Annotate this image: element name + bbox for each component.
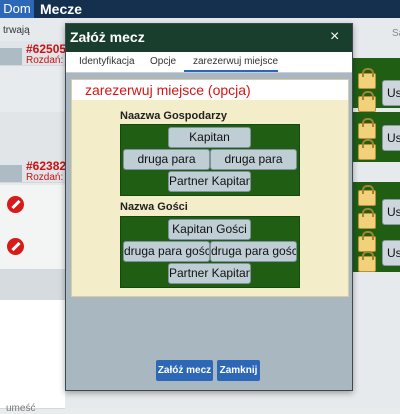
host-team-label: Naazwa Gospodarzy: [120, 110, 227, 122]
host-captain-slot[interactable]: Kapitan: [168, 127, 251, 148]
match-id[interactable]: #62505: [26, 42, 66, 56]
reserve-seat-panel: zarezerwuj miejsce (opcja) Naazwa Gospod…: [71, 79, 349, 297]
guest-captain-slot[interactable]: Kapitan Gości: [168, 219, 251, 240]
no-entry-icon[interactable]: [7, 196, 24, 213]
match-row: [0, 270, 65, 301]
guest-second-pair-slot[interactable]: druga para gości: [210, 241, 297, 262]
host-second-pair-slot[interactable]: druga para: [210, 149, 297, 170]
dialog-title: Załóż mecz: [70, 29, 145, 45]
dialog-header: Załóż mecz ×: [66, 24, 352, 52]
user-button[interactable]: Us: [382, 125, 400, 151]
footer-text: umeść: [6, 403, 36, 414]
lock-icon[interactable]: [358, 231, 376, 252]
row-marker: [0, 48, 22, 65]
nav-home-link[interactable]: Dom: [0, 0, 34, 18]
match-row: [0, 112, 65, 159]
create-match-dialog: Załóż mecz × Identyfikacja Opcje zarezer…: [65, 23, 353, 391]
search-input-fragment[interactable]: Sa: [392, 28, 400, 39]
empty-area: [0, 300, 65, 409]
no-entry-icon[interactable]: [7, 238, 24, 255]
close-button[interactable]: Zamknij: [217, 360, 260, 381]
user-button[interactable]: Us: [382, 240, 400, 266]
tab-reserve-seat[interactable]: zarezerwuj miejsce: [193, 56, 278, 67]
top-navbar: Dom Mecze: [0, 0, 400, 18]
create-match-button[interactable]: Załóż mecz: [156, 360, 213, 381]
guest-seats: Kapitan Gości druga para gości druga par…: [120, 216, 300, 288]
lock-icon[interactable]: [358, 139, 376, 160]
lock-icon[interactable]: [358, 118, 376, 139]
nav-matches-link[interactable]: Mecze: [40, 0, 82, 18]
lock-icon[interactable]: [358, 91, 376, 112]
user-button[interactable]: Us: [382, 199, 400, 225]
lock-icon[interactable]: [358, 68, 376, 89]
host-seats: Kapitan druga para druga para Partner Ka…: [120, 124, 300, 196]
tab-identification[interactable]: Identyfikacja: [79, 56, 135, 67]
match-row: [0, 66, 65, 113]
section-title: zarezerwuj miejsce (opcja): [85, 82, 251, 98]
tab-options[interactable]: Opcje: [150, 56, 176, 67]
row-marker: [0, 165, 22, 182]
match-id[interactable]: #62382: [26, 159, 66, 173]
lock-icon[interactable]: [358, 185, 376, 206]
status-filter-text: trwają: [3, 25, 30, 36]
section-header: zarezerwuj miejsce (opcja): [72, 80, 348, 100]
lock-icon[interactable]: [358, 251, 376, 272]
host-captain-partner-slot[interactable]: Partner Kapitana: [168, 171, 251, 192]
lock-icon[interactable]: [358, 208, 376, 229]
host-second-pair-slot[interactable]: druga para: [123, 149, 210, 170]
guest-second-pair-slot[interactable]: druga para gości: [123, 241, 210, 262]
close-icon[interactable]: ×: [330, 29, 339, 45]
guest-captain-partner-slot[interactable]: Partner Kapitana: [168, 263, 251, 284]
user-button[interactable]: Us: [382, 80, 400, 106]
active-tab-indicator: [184, 70, 278, 72]
guest-team-label: Nazwa Gości: [120, 201, 188, 213]
dialog-tabs: Identyfikacja Opcje zarezerwuj miejsce: [66, 52, 352, 73]
